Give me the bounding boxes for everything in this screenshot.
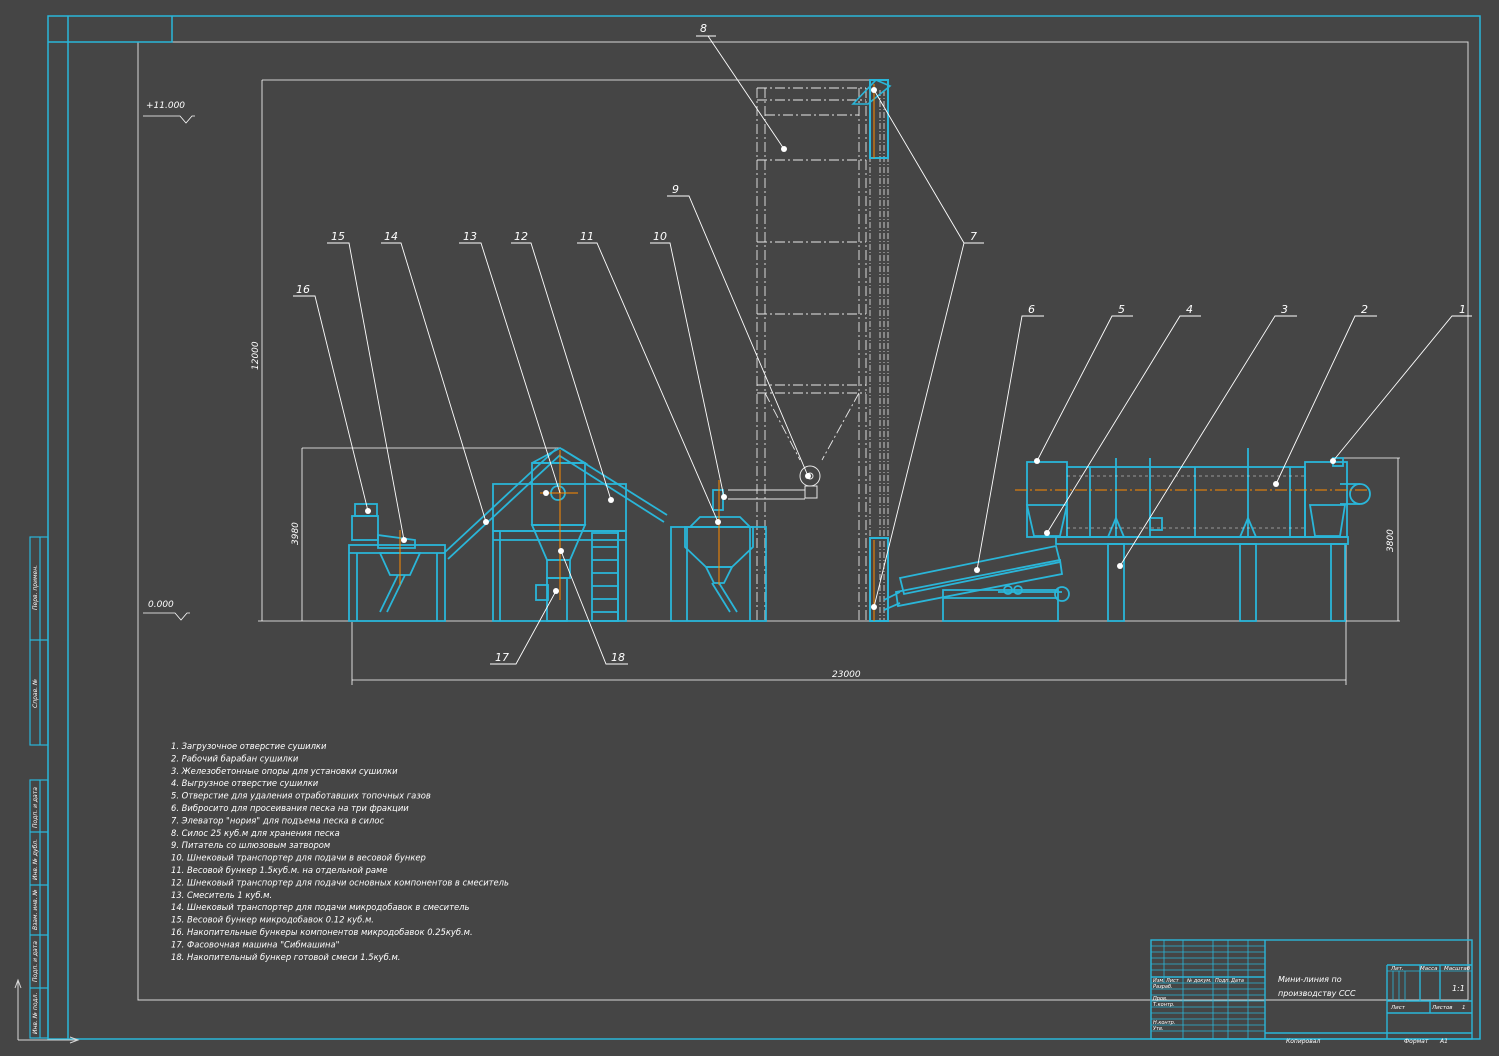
tb-sheet: Лист xyxy=(1390,1005,1406,1011)
legend-item: 6. Вибросито для просеивания песка на тр… xyxy=(171,803,409,813)
dim-left-height: 3980 xyxy=(291,522,301,545)
dryer-assembly xyxy=(1025,448,1371,622)
tb-col-scale: Масштаб xyxy=(1444,966,1471,972)
mixer-station-13 xyxy=(443,446,668,622)
tb-scale-value: 1:1 xyxy=(1452,984,1465,993)
legend-item: 7. Элеватор "нория" для подъема песка в … xyxy=(171,815,384,825)
legend-item: 5. Отверстие для удаления отработавших т… xyxy=(171,791,431,801)
callout-9: 9 xyxy=(672,183,679,196)
legend-item: 1. Загрузочное отверстие сушилки xyxy=(171,741,327,751)
callout-15: 15 xyxy=(331,230,345,243)
legend-item: 14. Шнековый транспортер для подачи микр… xyxy=(171,902,470,912)
micro-additive-station-15-16 xyxy=(348,503,446,622)
callout-10: 10 xyxy=(653,230,667,243)
callout-2: 2 xyxy=(1361,303,1368,316)
legend-item: 12. Шнековый транспортер для подачи осно… xyxy=(171,877,509,887)
drawing-title-line1: Мини-линия по xyxy=(1278,975,1342,984)
legend-item: 4. Выгрузное отверстие сушилки xyxy=(171,778,319,788)
legend-item: 3. Железобетонные опоры для установки су… xyxy=(171,766,398,776)
tb-row-label: Дата xyxy=(1230,978,1244,984)
dim-total-length: 23000 xyxy=(832,670,861,680)
callout-11: 11 xyxy=(580,230,594,243)
dimension-lines xyxy=(143,79,1400,685)
legend-item: 13. Смеситель 1 куб.м. xyxy=(171,890,272,900)
stamp-label-2: Справ. № xyxy=(32,679,39,708)
callout-17: 17 xyxy=(495,651,509,664)
vibro-sieve-6 xyxy=(883,544,1070,622)
side-stamp: Перв. примен. Справ. № Подп. и дата Инв.… xyxy=(29,536,49,1039)
stamp-label-3: Подп. и дата xyxy=(32,787,39,828)
title-block: Изм. Лист № докум. Подп. Дата Разраб. Пр… xyxy=(1150,939,1473,1045)
callout-5: 5 xyxy=(1118,303,1125,316)
legend-item: 15. Весовой бункер микродобавок 0.12 куб… xyxy=(171,915,374,925)
legend-item: 11. Весовой бункер 1.5куб.м. на отдельно… xyxy=(171,865,388,875)
legend-item: 10. Шнековый транспортер для подачи в ве… xyxy=(171,853,426,863)
stamp-label-6: Подп. и дата xyxy=(32,941,39,982)
tb-row-label: № докум. xyxy=(1186,978,1212,984)
legend-item: 9. Питатель со шлюзовым затвором xyxy=(171,840,330,850)
tb-sheets: Листов xyxy=(1431,1005,1453,1011)
callout-12: 12 xyxy=(514,230,528,243)
stamp-label-1: Перв. примен. xyxy=(32,565,39,610)
level-mark-zero: 0.000 xyxy=(148,600,174,610)
tb-format-value: A1 xyxy=(1439,1038,1448,1045)
level-mark-top: +11.000 xyxy=(146,101,185,111)
tb-col-mass: Масса xyxy=(1420,966,1438,972)
tb-sheets-value: 1 xyxy=(1462,1005,1466,1011)
callout-8: 8 xyxy=(700,22,707,35)
tb-row-label: Подп. xyxy=(1215,978,1230,984)
tb-role: Утв. xyxy=(1153,1026,1164,1032)
callout-4: 4 xyxy=(1186,303,1193,316)
callout-18: 18 xyxy=(611,651,625,664)
stamp-label-5: Взам. инв. № xyxy=(32,889,39,930)
tb-format: Формат xyxy=(1404,1038,1429,1045)
callout-16: 16 xyxy=(296,283,310,296)
tb-role: Разраб. xyxy=(1153,984,1173,990)
callout-3: 3 xyxy=(1281,303,1288,316)
legend-item: 2. Рабочий барабан сушилки xyxy=(171,753,299,763)
legend-item: 8. Силос 25 куб.м для хранения песка xyxy=(171,828,340,838)
dryer-inner-lines xyxy=(1067,475,1305,529)
technical-drawing: Перв. примен. Справ. № Подп. и дата Инв.… xyxy=(14,15,1481,1045)
silo-8 xyxy=(756,87,867,621)
callout-1: 1 xyxy=(1459,303,1466,316)
dim-right-height: 3800 xyxy=(1386,529,1396,552)
dim-total-height: 12000 xyxy=(251,341,261,370)
tb-col-lit: Лит. xyxy=(1390,966,1404,972)
stamp-label-4: Инв. № дубл. xyxy=(32,839,39,880)
callout-6: 6 xyxy=(1028,303,1035,316)
callout-14: 14 xyxy=(384,230,398,243)
callout-13: 13 xyxy=(463,230,477,243)
leader-lines xyxy=(293,35,1472,665)
legend: 1. Загрузочное отверстие сушилки 2. Рабо… xyxy=(171,741,509,962)
callout-7: 7 xyxy=(970,230,977,243)
callout-numbers: 1 2 3 4 5 6 7 8 9 10 11 12 13 14 15 16 1… xyxy=(296,22,1466,664)
tb-copied: Копировал xyxy=(1286,1038,1320,1045)
stamp-label-7: Инв. № подл. xyxy=(32,993,39,1034)
legend-item: 17. Фасовочная машина "Сибмашина" xyxy=(171,939,340,949)
legend-item: 18. Накопительный бункер готовой смеси 1… xyxy=(171,952,400,962)
drawing-title-line2: производству ССС xyxy=(1278,989,1356,998)
tb-role: Т.контр. xyxy=(1153,1002,1175,1008)
legend-item: 16. Накопительные бункеры компонентов ми… xyxy=(171,927,473,937)
